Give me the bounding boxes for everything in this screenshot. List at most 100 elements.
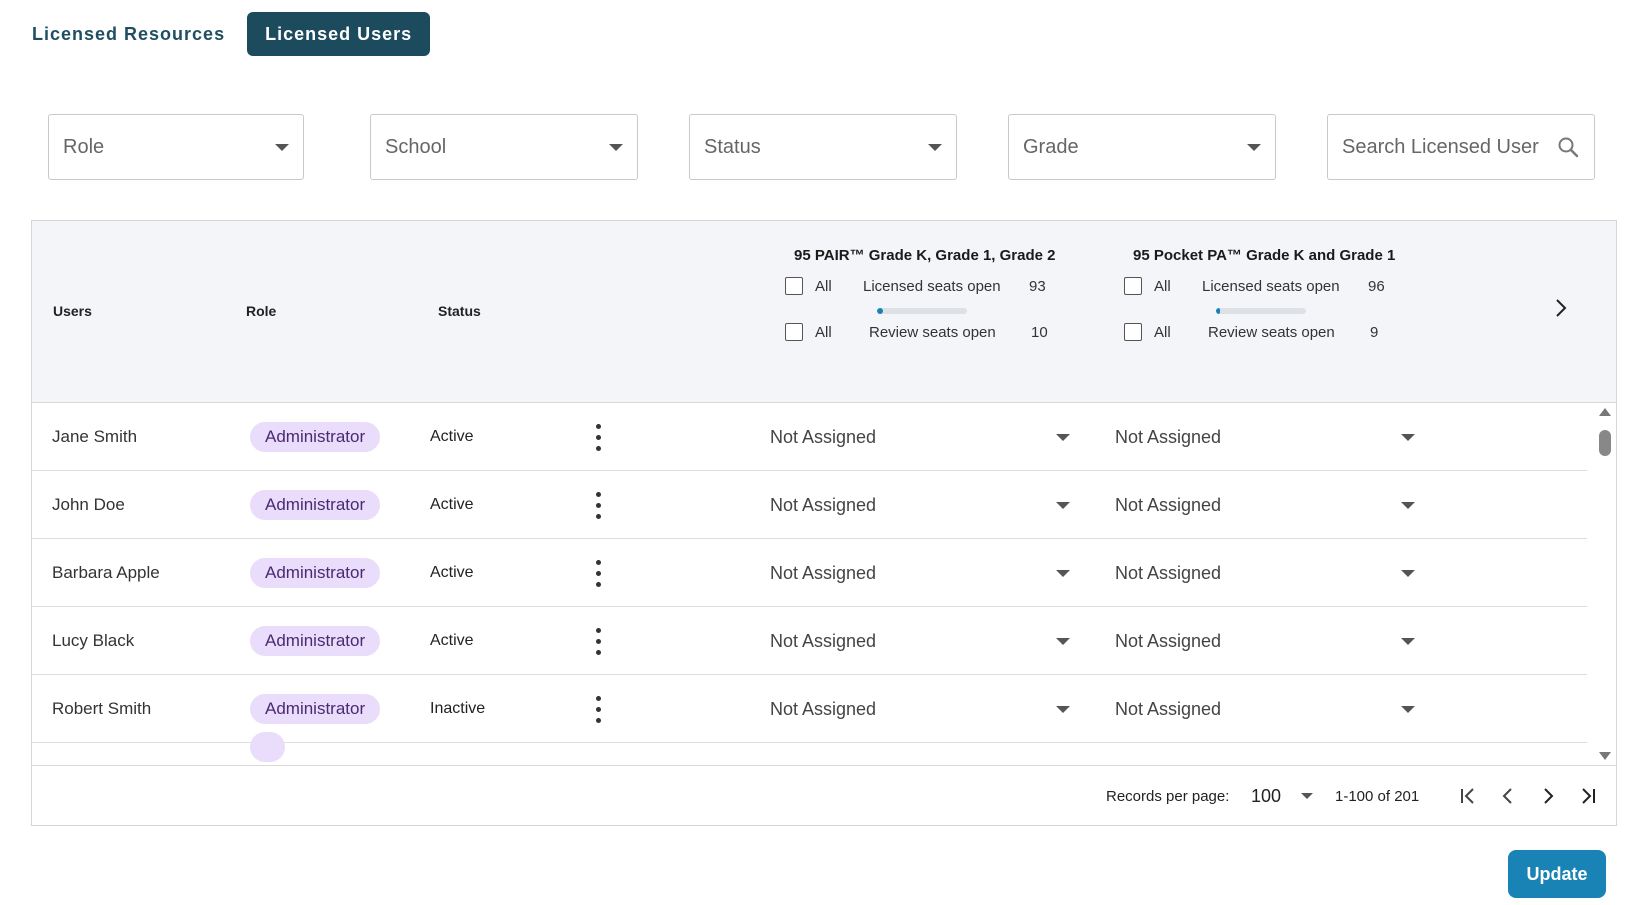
grade-filter-label: Grade [1023, 135, 1079, 158]
chevron-right-icon [1544, 788, 1554, 804]
tab-licensed-resources[interactable]: Licensed Resources [18, 12, 239, 56]
more-options-icon[interactable] [593, 471, 603, 539]
role-badge: Administrator [250, 626, 381, 656]
select-all-review-checkbox[interactable] [785, 323, 803, 341]
scrollbar-thumb[interactable] [1599, 430, 1611, 456]
per-page-value: 100 [1251, 785, 1282, 806]
select-all-review-checkbox[interactable] [1124, 323, 1142, 341]
assign-value: Not Assigned [770, 562, 877, 583]
product-assign-select[interactable]: Not Assigned [770, 403, 1070, 471]
review-seats-label: Review seats open [1208, 323, 1335, 341]
table-body: Jane Smith Administrator Active Not Assi… [32, 403, 1587, 763]
records-per-page-select[interactable]: 100 [1251, 766, 1313, 826]
chevron-down-icon [1056, 637, 1070, 645]
more-options-icon[interactable] [593, 539, 603, 607]
role-badge: Administrator [250, 490, 381, 520]
chevron-down-icon [928, 143, 942, 151]
update-button[interactable]: Update [1508, 850, 1606, 898]
records-per-page-label: Records per page: [1106, 787, 1230, 805]
review-seats-value: 9 [1370, 323, 1379, 341]
column-header-users: Users [53, 303, 92, 319]
chevron-down-icon [1401, 501, 1415, 509]
more-options-icon[interactable] [593, 607, 603, 675]
school-filter-select[interactable]: School [370, 114, 638, 180]
tab-bar: Licensed Resources Licensed Users [18, 12, 431, 56]
review-seats-label: Review seats open [869, 323, 996, 341]
product-assign-select[interactable]: Not Assigned [770, 539, 1070, 607]
assign-value: Not Assigned [1115, 494, 1222, 515]
assign-value: Not Assigned [770, 698, 877, 719]
status-text: Active [430, 428, 474, 445]
role-filter-label: Role [63, 135, 105, 158]
assign-value: Not Assigned [1115, 698, 1222, 719]
role-badge: Administrator [250, 422, 381, 452]
assign-value: Not Assigned [1115, 630, 1222, 651]
product-assign-select[interactable]: Not Assigned [770, 607, 1070, 675]
chevron-down-icon [1401, 433, 1415, 441]
product-title-pocket-pa: 95 Pocket PA™ Grade K and Grade 1 [1133, 247, 1396, 264]
search-placeholder: Search Licensed User [1342, 135, 1539, 158]
all-label: All [1154, 277, 1171, 295]
licensed-seats-value: 93 [1029, 277, 1046, 295]
assign-value: Not Assigned [770, 630, 877, 651]
assign-value: Not Assigned [770, 426, 877, 447]
licensed-seats-row-pair: All Licensed seats open 93 [785, 277, 1046, 295]
assign-value: Not Assigned [1115, 562, 1222, 583]
licensed-seats-progress-pair [877, 308, 967, 314]
licensed-seats-label: Licensed seats open [1202, 277, 1340, 295]
table-row-partial [32, 732, 1587, 763]
scroll-down-icon[interactable] [1599, 752, 1611, 760]
table-row: Jane Smith Administrator Active Not Assi… [32, 403, 1587, 471]
product-assign-select[interactable]: Not Assigned [1115, 675, 1415, 743]
all-label: All [1154, 323, 1171, 341]
pagination-range: 1-100 of 201 [1335, 787, 1420, 805]
user-name: Lucy Black [52, 631, 135, 650]
tab-licensed-users[interactable]: Licensed Users [247, 12, 431, 56]
role-cell: Administrator [250, 471, 381, 539]
more-options-icon[interactable] [593, 675, 603, 743]
licensed-users-table: Users Role Status 95 PAIR™ Grade K, Grad… [31, 220, 1617, 826]
chevron-down-icon [275, 143, 289, 151]
previous-page-button[interactable] [1496, 766, 1520, 826]
role-cell: Administrator [250, 403, 381, 471]
last-page-button[interactable] [1576, 766, 1600, 826]
select-all-licensed-checkbox[interactable] [785, 277, 803, 295]
table-header: Users Role Status 95 PAIR™ Grade K, Grad… [32, 221, 1616, 403]
search-input[interactable]: Search Licensed User [1327, 114, 1595, 180]
product-assign-select[interactable]: Not Assigned [770, 471, 1070, 539]
column-header-status: Status [438, 303, 481, 319]
chevron-down-icon [1056, 433, 1070, 441]
role-cell: Administrator [250, 539, 381, 607]
column-header-role: Role [246, 303, 277, 319]
status-text: Active [430, 496, 474, 513]
review-seats-value: 10 [1031, 323, 1048, 341]
product-assign-select[interactable]: Not Assigned [1115, 403, 1415, 471]
search-icon[interactable] [1556, 135, 1580, 159]
more-options-icon[interactable] [593, 403, 603, 471]
chevron-down-icon [609, 143, 623, 151]
table-row: John Doe Administrator Active Not Assign… [32, 471, 1587, 539]
product-assign-select[interactable]: Not Assigned [1115, 539, 1415, 607]
select-all-licensed-checkbox[interactable] [1124, 277, 1142, 295]
chevron-down-icon [1401, 569, 1415, 577]
product-assign-select[interactable]: Not Assigned [1115, 607, 1415, 675]
vertical-scrollbar[interactable] [1598, 408, 1612, 760]
next-page-button[interactable] [1536, 766, 1560, 826]
chevron-right-icon[interactable] [1550, 297, 1572, 319]
chevron-down-icon [1301, 793, 1313, 799]
role-badge: Administrator [250, 558, 381, 588]
product-assign-select[interactable]: Not Assigned [770, 675, 1070, 743]
chevron-down-icon [1056, 705, 1070, 713]
licensed-seats-row-pocket-pa: All Licensed seats open 96 [1124, 277, 1385, 295]
product-assign-select[interactable]: Not Assigned [1115, 471, 1415, 539]
status-filter-select[interactable]: Status [689, 114, 957, 180]
table-row: Lucy Black Administrator Active Not Assi… [32, 607, 1587, 675]
chevron-down-icon [1247, 143, 1261, 151]
role-filter-select[interactable]: Role [48, 114, 304, 180]
licensed-seats-value: 96 [1368, 277, 1385, 295]
first-page-button[interactable] [1456, 766, 1480, 826]
user-name: John Doe [52, 495, 125, 514]
role-cell: Administrator [250, 607, 381, 675]
scroll-up-icon[interactable] [1599, 408, 1611, 416]
grade-filter-select[interactable]: Grade [1008, 114, 1276, 180]
